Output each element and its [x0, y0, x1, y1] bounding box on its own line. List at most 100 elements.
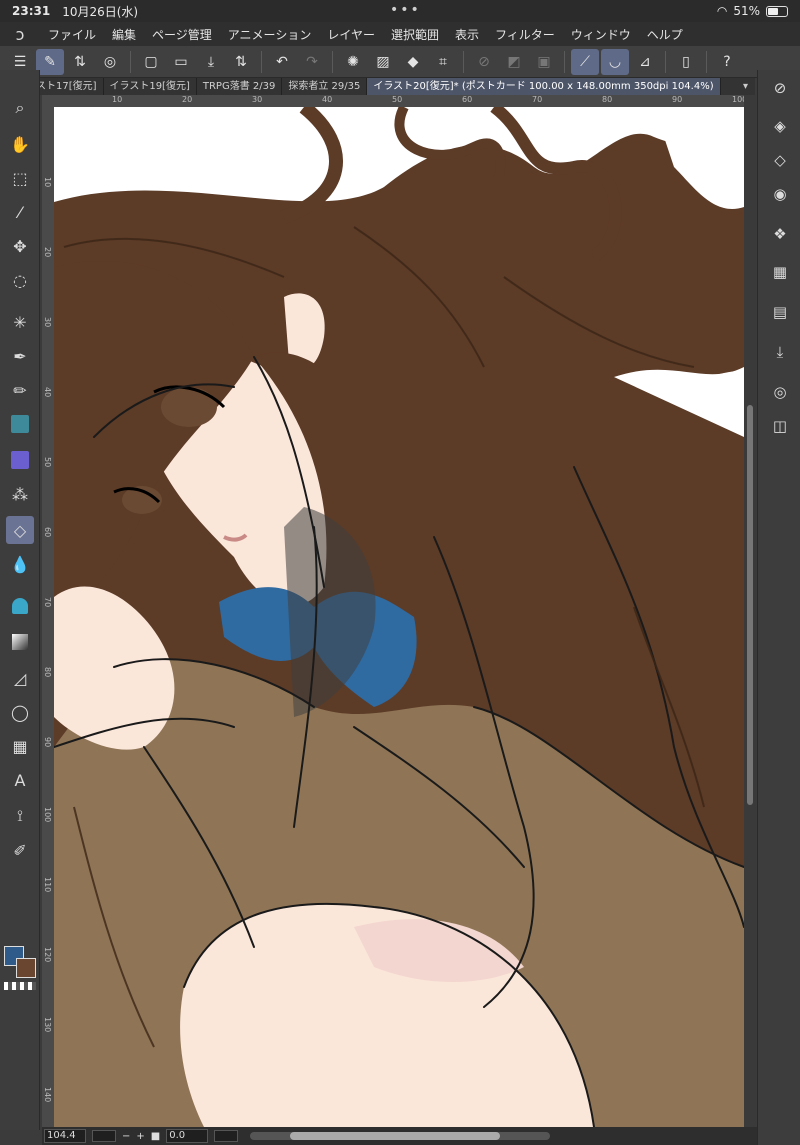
decoration-icon[interactable]: ⁂: [6, 480, 34, 508]
zoom-preset-box[interactable]: [92, 1130, 116, 1142]
layers-icon[interactable]: ◫: [768, 414, 792, 438]
fill-bucket-icon[interactable]: [6, 592, 34, 620]
correct-line-icon[interactable]: ✐: [6, 836, 34, 864]
tab-trpg[interactable]: TRPG落書 2/39: [197, 78, 283, 95]
figure-icon[interactable]: ◿: [6, 664, 34, 692]
invert-selection-icon[interactable]: ◩: [500, 49, 528, 75]
sub-tool-detail-icon[interactable]: ◇: [768, 148, 792, 172]
eraser-icon[interactable]: ◇: [6, 516, 34, 544]
save-icon[interactable]: ⤓: [197, 49, 225, 75]
tab-illust19[interactable]: イラスト19[復元]: [104, 78, 197, 95]
pencil-icon[interactable]: ✏: [6, 376, 34, 404]
ruler-tick: 80: [602, 95, 613, 104]
object-select-icon[interactable]: ⬚: [6, 164, 34, 192]
vertical-scrollbar[interactable]: [744, 95, 756, 1127]
pen-icon[interactable]: ✒: [6, 342, 34, 370]
horizontal-scrollbar[interactable]: [250, 1132, 551, 1140]
move-icon[interactable]: ✥: [6, 232, 34, 260]
balloon-icon[interactable]: ⟟: [6, 802, 34, 830]
zoom-icon[interactable]: ⌕: [6, 94, 34, 122]
edit-mode-icon[interactable]: ✎: [36, 48, 64, 75]
stop-icon[interactable]: ■: [151, 1131, 160, 1142]
menu-edit[interactable]: 編集: [104, 26, 144, 43]
clear-icon[interactable]: ▨: [369, 49, 397, 75]
tab-illust20[interactable]: イラスト20[復元]* (ポストカード 100.00 x 148.00mm 35…: [367, 78, 721, 95]
loading-icon[interactable]: ✺: [339, 49, 367, 75]
command-bar: ☰ ✎ ⇅ ◎ ▢ ▭ ⤓ ⇅ ↶ ↷ ✺ ▨ ◆ ⌗ ⊘ ◩ ▣ ⟋ ◡ ⊿ …: [0, 46, 800, 78]
zoom-out-button[interactable]: −: [122, 1131, 130, 1142]
ruler-tick: 50: [392, 95, 403, 104]
special-ruler-snap-icon[interactable]: ◡: [601, 48, 629, 75]
right-palette-bar: ⊘ ◈ ◇ ◉ ❖ ▦ ▤ ⤓ ◎ ◫: [757, 70, 800, 1145]
sub-color-swatch[interactable]: [16, 958, 36, 978]
text-icon[interactable]: A: [6, 766, 34, 794]
document-tabs: スト17[復元] イラスト19[復元] TRPG落書 2/39 探索者立 29/…: [30, 78, 755, 95]
ruler-tick: 140: [43, 1087, 52, 1103]
deselect-icon[interactable]: ⊘: [470, 49, 498, 75]
clip-studio-logo-icon[interactable]: ↄ: [0, 25, 40, 44]
new-file-icon[interactable]: ▢: [137, 49, 165, 75]
tab-tansaku[interactable]: 探索者立 29/35: [282, 78, 368, 95]
timeline-icon[interactable]: ▤: [768, 300, 792, 324]
menu-selection[interactable]: 選択範囲: [383, 26, 447, 43]
tablet-icon[interactable]: ▯: [672, 49, 700, 75]
rotation-preset-box[interactable]: [214, 1130, 239, 1142]
multitask-dots-icon[interactable]: •••: [390, 2, 421, 18]
ruler-tick: 110: [43, 877, 52, 893]
eyedropper-icon[interactable]: ⁄: [6, 198, 34, 226]
undo-icon[interactable]: ↶: [268, 49, 296, 75]
drawing-canvas[interactable]: [54, 107, 744, 1127]
color-set-icon[interactable]: ❖: [768, 222, 792, 246]
layer-property-icon[interactable]: ◎: [768, 380, 792, 404]
zoom-in-button[interactable]: +: [136, 1131, 144, 1142]
selection-border-icon[interactable]: ▣: [530, 49, 558, 75]
brush-icon[interactable]: [6, 410, 34, 438]
ruler-tick: 40: [43, 387, 52, 398]
menu-page[interactable]: ページ管理: [144, 26, 220, 43]
menu-layer[interactable]: レイヤー: [319, 26, 383, 43]
grid-snap-icon[interactable]: ⊿: [631, 49, 659, 75]
material-icon[interactable]: ▦: [768, 260, 792, 284]
menu-help[interactable]: ヘルプ: [639, 26, 691, 43]
redo-icon[interactable]: ↷: [298, 49, 326, 75]
blend-icon[interactable]: 💧: [6, 550, 34, 578]
fill-icon[interactable]: ◆: [399, 49, 427, 75]
ruler-tick: 10: [112, 95, 123, 104]
menu-window[interactable]: ウィンドウ: [563, 26, 639, 43]
menu-filter[interactable]: フィルター: [487, 26, 563, 43]
airbrush-icon[interactable]: [6, 446, 34, 474]
transparent-color-swatch[interactable]: [4, 982, 36, 990]
auto-select-icon[interactable]: ✳: [6, 308, 34, 336]
ruler-tick: 50: [43, 457, 52, 468]
spiral-icon[interactable]: ◎: [96, 49, 124, 75]
illustration-artwork: [54, 107, 744, 1127]
navigator-icon[interactable]: ⊘: [768, 76, 792, 100]
gradient-icon[interactable]: [6, 628, 34, 656]
help-icon[interactable]: ?: [713, 49, 741, 75]
menu-file[interactable]: ファイル: [40, 26, 104, 43]
lasso-icon[interactable]: ◌: [6, 266, 34, 294]
updown-arrows-icon[interactable]: ⇅: [66, 49, 94, 75]
tab-illust17[interactable]: スト17[復元]: [30, 78, 104, 95]
ruler-tick: 60: [43, 527, 52, 538]
toolbar-divider: [706, 50, 707, 73]
brush-size-icon[interactable]: ◉: [768, 182, 792, 206]
updown-arrows-icon-2[interactable]: ⇅: [227, 49, 255, 75]
menu-view[interactable]: 表示: [447, 26, 487, 43]
hand-icon[interactable]: ✋: [6, 130, 34, 158]
ruler-snap-icon[interactable]: ⟋: [571, 48, 599, 75]
import-icon[interactable]: ⤓: [768, 340, 792, 364]
menu-animation[interactable]: アニメーション: [220, 26, 320, 43]
zoom-field[interactable]: 104.4: [44, 1129, 86, 1143]
ruler-tick: 30: [43, 317, 52, 328]
rotation-field[interactable]: 0.0: [166, 1129, 209, 1143]
ellipse-icon[interactable]: ◯: [6, 698, 34, 726]
tool-property-icon[interactable]: ◈: [768, 114, 792, 138]
vertical-scroll-thumb[interactable]: [747, 405, 753, 805]
tabs-chevron-down-icon[interactable]: ▾: [736, 78, 755, 95]
battery-icon: [766, 5, 788, 17]
open-folder-icon[interactable]: ▭: [167, 49, 195, 75]
frame-border-icon[interactable]: ▦: [6, 732, 34, 760]
transform-icon[interactable]: ⌗: [429, 49, 457, 75]
canvas-bottom-bar: 104.4 − + ■ 0.0: [42, 1127, 757, 1145]
